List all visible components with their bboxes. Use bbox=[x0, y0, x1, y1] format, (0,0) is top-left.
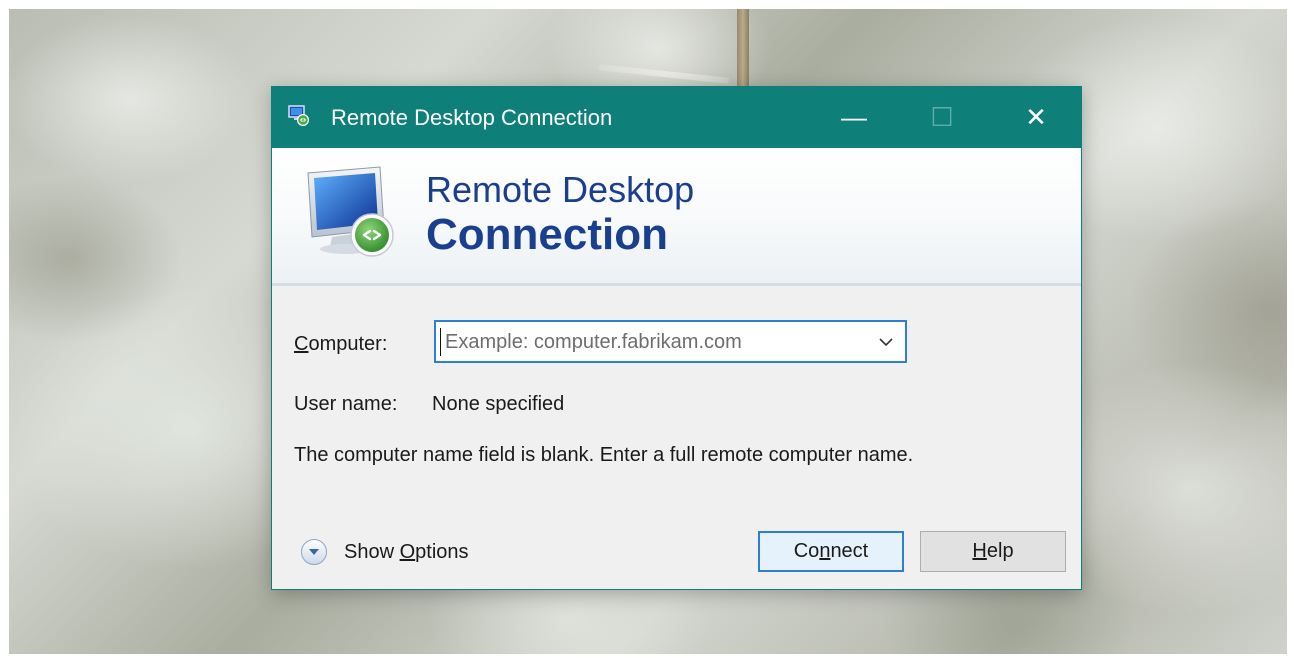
username-label: User name: bbox=[294, 393, 398, 415]
computer-combobox[interactable] bbox=[434, 320, 907, 363]
show-options-toggle[interactable]: Show Options bbox=[300, 537, 490, 569]
username-value: None specified bbox=[432, 393, 565, 415]
connect-button[interactable]: Connect bbox=[758, 531, 904, 572]
window-title: Remote Desktop Connection bbox=[331, 105, 613, 130]
expand-circle-icon[interactable] bbox=[300, 538, 328, 566]
remote-desktop-window: Remote Desktop Connection — ☐ ✕ Remote D… bbox=[271, 86, 1082, 590]
show-options-label: Show Options bbox=[344, 541, 469, 563]
banner-title-line2: Connection bbox=[426, 210, 668, 259]
title-bar[interactable]: Remote Desktop Connection — ☐ ✕ bbox=[272, 87, 1081, 148]
monitor-connection-icon bbox=[307, 166, 394, 257]
minimize-button[interactable]: — bbox=[815, 87, 893, 148]
remote-desktop-icon bbox=[288, 105, 309, 126]
computer-input[interactable] bbox=[440, 328, 869, 356]
background-branch bbox=[599, 64, 729, 84]
chevron-down-icon[interactable] bbox=[873, 330, 899, 354]
header-banner: Remote Desktop Connection bbox=[272, 148, 1081, 286]
close-button[interactable]: ✕ bbox=[997, 87, 1075, 148]
help-button[interactable]: Help bbox=[920, 531, 1066, 572]
background-twig bbox=[737, 9, 749, 89]
maximize-button[interactable]: ☐ bbox=[903, 87, 981, 148]
status-message: The computer name field is blank. Enter … bbox=[294, 444, 914, 466]
banner-title-line1: Remote Desktop bbox=[426, 169, 695, 210]
computer-label: Computer: bbox=[294, 333, 388, 355]
